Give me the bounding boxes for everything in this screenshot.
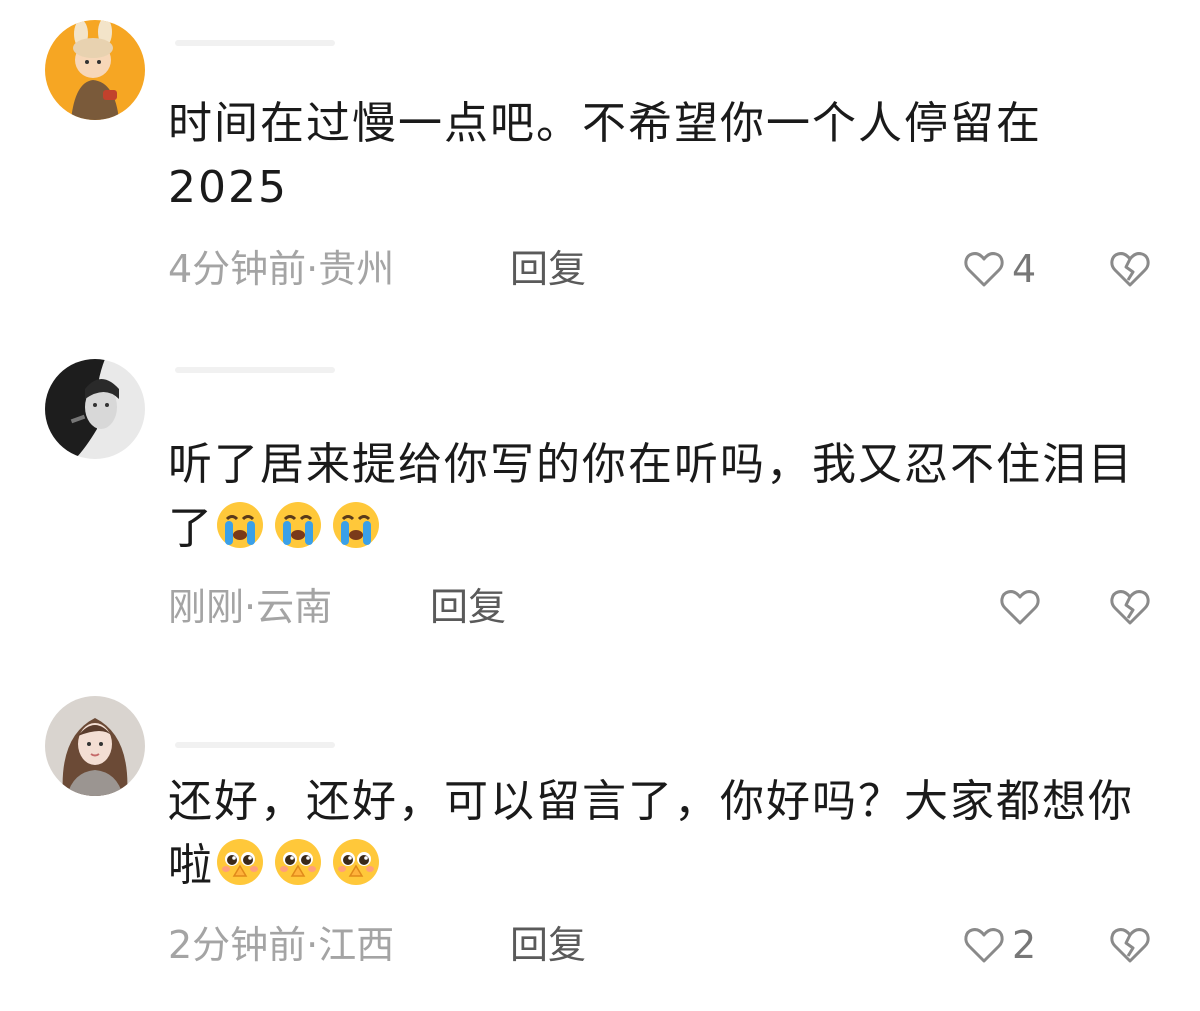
dislike-button[interactable] — [1108, 585, 1152, 629]
username-placeholder — [175, 742, 335, 748]
comment-text: 时间在过慢一点吧。不希望你一个人停留在2025 — [168, 92, 1148, 220]
comment-item: 听了居来提给你写的你在听吗，我又忍不住泪目了 刚刚·云南 回复 — [0, 337, 1200, 674]
comment-text: 听了居来提给你写的你在听吗，我又忍不住泪目了 — [168, 433, 1148, 561]
like-count: 4 — [1012, 247, 1037, 291]
username-placeholder — [175, 40, 335, 46]
heart-outline-icon — [998, 585, 1042, 629]
reply-button[interactable]: 回复 — [510, 915, 586, 975]
broken-heart-icon — [1108, 923, 1152, 967]
reply-button[interactable]: 回复 — [430, 577, 506, 637]
avatar[interactable] — [45, 359, 145, 459]
comment-text-content: 时间在过慢一点吧。不希望你一个人停留在2025 — [168, 98, 1042, 213]
comment-item: 还好，还好，可以留言了，你好吗？大家都想你啦 2分钟前·江西 回复 2 — [0, 674, 1200, 1011]
comment-meta: 刚刚·云南 — [168, 585, 333, 629]
reply-button[interactable]: 回复 — [510, 239, 586, 299]
dislike-button[interactable] — [1108, 247, 1152, 291]
heart-outline-icon — [962, 923, 1006, 967]
crying-face-emoji — [214, 499, 266, 551]
broken-heart-icon — [1108, 247, 1152, 291]
comment-meta: 2分钟前·江西 — [168, 923, 395, 967]
comment-meta: 4分钟前·贵州 — [168, 247, 395, 291]
like-count: 2 — [1012, 923, 1037, 967]
broken-heart-icon — [1108, 585, 1152, 629]
crying-face-emoji — [330, 499, 382, 551]
dislike-button[interactable] — [1108, 923, 1152, 967]
comment-item: 时间在过慢一点吧。不希望你一个人停留在2025 4分钟前·贵州 回复 4 — [0, 0, 1200, 337]
like-button[interactable]: 4 — [962, 239, 1036, 299]
username-placeholder — [175, 367, 335, 373]
crying-face-emoji — [272, 499, 324, 551]
avatar[interactable] — [45, 20, 145, 120]
like-button[interactable]: 2 — [962, 915, 1036, 975]
heart-outline-icon — [962, 247, 1006, 291]
pleading-face-emoji — [330, 836, 382, 888]
pleading-face-emoji — [214, 836, 266, 888]
pleading-face-emoji — [272, 836, 324, 888]
like-button[interactable] — [998, 577, 1048, 637]
comment-text: 还好，还好，可以留言了，你好吗？大家都想你啦 — [168, 770, 1148, 898]
avatar[interactable] — [45, 696, 145, 796]
